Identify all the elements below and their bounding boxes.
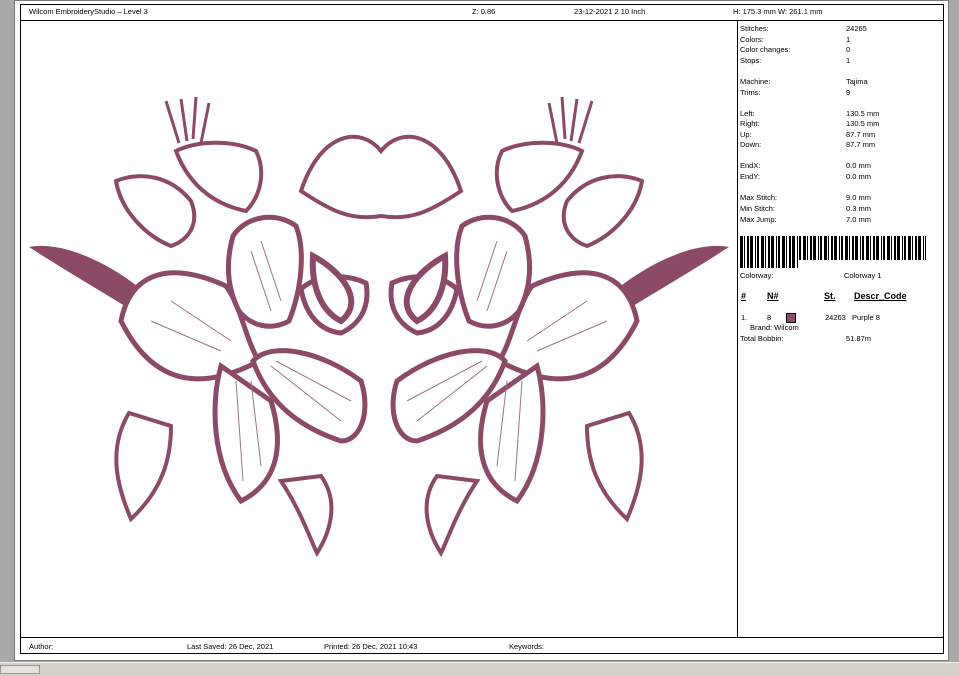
stat-value: 9 [846, 88, 851, 97]
design-info-panel: Stitches: 24265 Colors: 1 Color changes: 0 Sto… [738, 21, 943, 637]
barcode [740, 236, 926, 268]
stat-label: EndY: [740, 172, 761, 181]
stat-label: Machine: [740, 77, 771, 86]
stat-row: Left: 130.5 mm [740, 109, 940, 119]
stat-row: Max Jump: 7.0 mm [740, 215, 940, 225]
stat-value: 24265 [846, 24, 867, 33]
worksheet-frame: Wilcom EmbroideryStudio – Level 3 Z: 0.8… [20, 4, 944, 654]
stat-row: Stops: 1 [740, 56, 940, 66]
stat-row: EndY: 0.0 mm [740, 172, 940, 182]
stat-value: 0.0 mm [846, 161, 872, 170]
stat-label: Colors: [740, 35, 764, 44]
stat-label: Down: [740, 140, 762, 149]
keywords-label: Keywords: [509, 642, 545, 651]
stat-value: 1 [846, 35, 851, 44]
stat-label: Max Jump: [740, 215, 777, 224]
stat-label: Min Stitch: [740, 204, 776, 213]
row-index: 1. [741, 313, 748, 322]
design-preview [21, 21, 738, 637]
stat-value: 0.0 mm [846, 172, 872, 181]
stat-value: 0.3 mm [846, 204, 872, 213]
row-needle: 8 [767, 313, 772, 322]
row-brand: Brand: Wilcom [750, 323, 799, 332]
print-preview-sheet: Wilcom EmbroideryStudio – Level 3 Z: 0.8… [14, 0, 949, 661]
stat-value: 9.0 mm [846, 193, 872, 202]
stat-row: Down: 87.7 mm [740, 140, 940, 150]
app-title: Wilcom EmbroideryStudio – Level 3 [29, 7, 148, 16]
colorway-label: Colorway: [740, 271, 774, 280]
col-header-description: Descr_Code [854, 291, 907, 301]
stat-label: EndX: [740, 161, 761, 170]
stat-label: Trims: [740, 88, 761, 97]
status-bar-button[interactable] [0, 665, 40, 674]
stat-row: Max Stitch: 9.0 mm [740, 193, 940, 203]
stat-value: Tajima [846, 77, 868, 86]
stat-row: Stitches: 24265 [740, 24, 940, 34]
stat-label: Color changes: [740, 45, 791, 54]
author-label: Author: [29, 642, 54, 651]
stat-label: Up: [740, 130, 752, 139]
stat-row: Colors: 1 [740, 35, 940, 45]
color-swatch [786, 313, 796, 323]
embroidery-design [21, 21, 737, 637]
col-header-stitches: St. [824, 291, 836, 301]
date-info: 23-12-2021 2 10 Inch [574, 7, 646, 16]
stat-row: Right: 130.5 mm [740, 119, 940, 129]
stat-label: Right: [740, 119, 760, 128]
worksheet-header: Wilcom EmbroideryStudio – Level 3 Z: 0.8… [21, 5, 943, 21]
stat-value: 130.5 mm [846, 119, 880, 128]
stat-value: 1 [846, 56, 851, 65]
status-bar [0, 662, 959, 676]
stat-value: 0 [846, 45, 851, 54]
stat-row: Min Stitch: 0.3 mm [740, 204, 940, 214]
colorway-value: Colorway 1 [844, 271, 882, 280]
stat-value: 87.7 mm [846, 130, 876, 139]
stat-value: 130.5 mm [846, 109, 880, 118]
last-saved: Last Saved: 26 Dec, 2021 [187, 642, 274, 651]
stat-row: EndX: 0.0 mm [740, 161, 940, 171]
row-stitches: 24263 [825, 313, 846, 322]
row-description: Purple 8 [852, 313, 880, 322]
worksheet-footer: Author: Last Saved: 26 Dec, 2021 Printed… [21, 637, 943, 654]
stat-label: Stops: [740, 56, 762, 65]
stat-row: Trims: 9 [740, 88, 940, 98]
stat-label: Left: [740, 109, 755, 118]
stat-label: Stitches: [740, 24, 769, 33]
stat-label: Max Stitch: [740, 193, 778, 202]
design-size: H: 175.3 mm W: 261.1 mm [733, 7, 823, 16]
stat-value: 87.7 mm [846, 140, 876, 149]
stat-row: Color changes: 0 [740, 45, 940, 55]
printed-date: Printed: 26 Dec, 2021 10:43 [324, 642, 418, 651]
stat-row: Up: 87.7 mm [740, 130, 940, 140]
stat-row: Machine: Tajima [740, 77, 940, 87]
stat-value: 7.0 mm [846, 215, 872, 224]
top-center-lily [298, 134, 464, 220]
total-bobbin-value: 51.87m [846, 334, 872, 343]
col-header-needle: N# [767, 291, 779, 301]
zoom-readout: Z: 0.86 [472, 7, 496, 16]
total-bobbin-label: Total Bobbin: [740, 334, 784, 343]
col-header-number: # [741, 291, 747, 301]
